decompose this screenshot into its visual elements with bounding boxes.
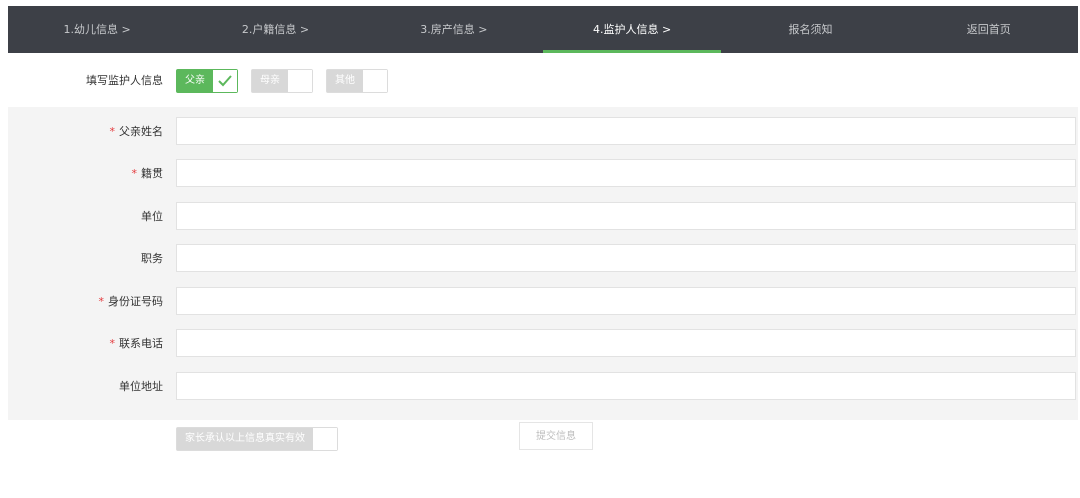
guardian-option-father[interactable]: 父亲 [176,69,238,93]
field-row-employer-address: 单位地址 [8,372,1078,402]
field-label: * 联系电话 [109,337,164,350]
top-nav: 1.幼儿信息 > 2.户籍信息 > 3.房产信息 > 4.监护人信息 > 报名须… [8,6,1078,53]
father-name-input[interactable] [176,117,1076,145]
checkbox-empty-icon [363,70,387,92]
guardian-option-label: 母亲 [252,70,288,92]
nav-tab-home[interactable]: 返回首页 [900,6,1078,53]
nav-tab-registration-notice[interactable]: 报名须知 [721,6,899,53]
required-mark: * [98,295,105,308]
guardian-form: * 父亲姓名 * 籍贯 单位 职务 * 身份证号码 * 联系电话 单位地址 [8,107,1078,420]
employer-input[interactable] [176,202,1076,230]
field-label: * 身份证号码 [98,295,164,308]
guardian-option-label: 父亲 [177,70,213,92]
required-mark: * [109,337,116,350]
field-row-phone: * 联系电话 [8,329,1078,359]
position-input[interactable] [176,244,1076,272]
phone-input[interactable] [176,329,1076,357]
guardian-selector-label: 填写监护人信息 [86,74,163,87]
confirm-info-checkbox[interactable]: 家长承认以上信息真实有效 [176,427,338,451]
field-row-employer: 单位 [8,202,1078,232]
field-row-position: 职务 [8,244,1078,274]
checkbox-empty-icon [288,70,312,92]
confirm-info-label: 家长承认以上信息真实有效 [177,428,313,450]
field-label: 职务 [141,252,163,265]
nav-tab-child-info[interactable]: 1.幼儿信息 > [8,6,186,53]
required-mark: * [131,167,138,180]
guardian-option-mother[interactable]: 母亲 [251,69,313,93]
guardian-option-other[interactable]: 其他 [326,69,388,93]
field-label: * 父亲姓名 [109,125,164,138]
field-row-id-number: * 身份证号码 [8,287,1078,317]
nav-tab-household-info[interactable]: 2.户籍信息 > [186,6,364,53]
guardian-option-label: 其他 [327,70,363,92]
checkbox-empty-icon [313,428,337,450]
checkmark-icon [213,70,237,92]
field-row-native-place: * 籍贯 [8,159,1078,189]
field-label: * 籍贯 [131,167,164,180]
nav-tab-property-info[interactable]: 3.房产信息 > [365,6,543,53]
required-mark: * [109,125,116,138]
field-label: 单位 [141,210,163,223]
employer-address-input[interactable] [176,372,1076,400]
field-row-father-name: * 父亲姓名 [8,117,1078,147]
submit-button[interactable]: 提交信息 [519,422,593,450]
id-number-input[interactable] [176,287,1076,315]
nav-tab-guardian-info[interactable]: 4.监护人信息 > [542,6,722,53]
native-place-input[interactable] [176,159,1076,187]
field-label: 单位地址 [119,380,163,393]
guardian-selector-row: 填写监护人信息 父亲 母亲 其他 [0,69,1080,93]
